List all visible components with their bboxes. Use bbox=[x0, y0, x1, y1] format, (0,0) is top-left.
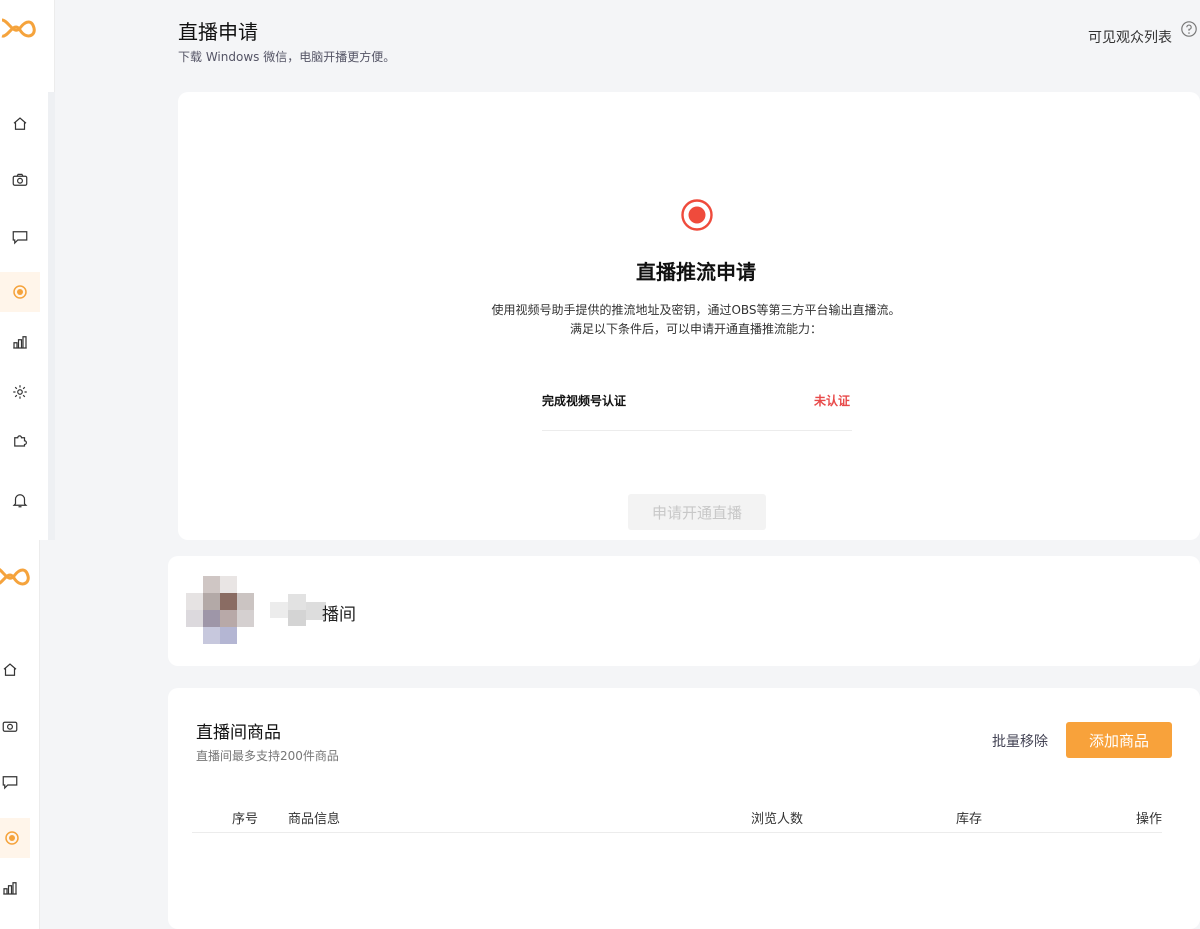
avatar bbox=[186, 576, 254, 644]
column-header-views: 浏览人数 bbox=[751, 812, 804, 827]
blurred-room-name bbox=[270, 594, 326, 626]
bell-icon bbox=[12, 494, 28, 508]
page-subtitle: 下载 Windows 微信，电脑开播更方便。 bbox=[178, 50, 396, 64]
live-icon bbox=[13, 285, 27, 299]
message-icon bbox=[12, 231, 28, 245]
page-title: 直播申请 bbox=[178, 20, 258, 44]
help-icon[interactable] bbox=[1180, 20, 1198, 38]
products-subtitle: 直播间最多支持200件商品 bbox=[196, 749, 339, 763]
camera-icon bbox=[12, 173, 28, 186]
apply-live-button[interactable]: 申请开通直播 bbox=[628, 494, 766, 530]
channels-logo-icon bbox=[1, 18, 36, 38]
push-stream-desc-2: 满足以下条件后，可以申请开通直播推流能力： bbox=[569, 322, 822, 336]
column-header-index: 序号 bbox=[232, 812, 259, 827]
push-stream-title: 直播推流申请 bbox=[636, 260, 756, 284]
add-product-button[interactable]: 添加商品 bbox=[1066, 722, 1172, 758]
products-title: 直播间商品 bbox=[196, 723, 281, 743]
visible-viewers-link[interactable]: 可见观众列表 bbox=[1088, 27, 1172, 47]
nav-home[interactable] bbox=[0, 650, 30, 690]
live-record-icon bbox=[681, 199, 713, 231]
sidebar-bottom bbox=[0, 540, 40, 929]
column-header-stock: 库存 bbox=[956, 812, 983, 827]
nav-data[interactable] bbox=[0, 868, 30, 908]
nav-content[interactable] bbox=[0, 160, 40, 200]
table-header-divider bbox=[192, 832, 1162, 833]
nav-messages[interactable] bbox=[0, 762, 30, 802]
column-header-actions: 操作 bbox=[1136, 812, 1163, 827]
home-icon bbox=[3, 663, 17, 676]
bar-chart-icon bbox=[3, 882, 17, 895]
batch-remove-button[interactable]: 批量移除 bbox=[992, 731, 1048, 751]
nav-plugins[interactable] bbox=[0, 420, 40, 460]
push-stream-desc-1: 使用视频号助手提供的推流地址及密钥，通过OBS等第三方平台输出直播流。 bbox=[491, 303, 901, 317]
channels-logo-icon bbox=[0, 568, 30, 586]
live-room-name: 播间 bbox=[322, 605, 356, 625]
live-icon bbox=[5, 831, 19, 845]
condition-label: 完成视频号认证 bbox=[542, 394, 627, 408]
nav-live[interactable] bbox=[0, 818, 30, 858]
home-icon bbox=[13, 117, 27, 130]
nav-content[interactable] bbox=[0, 706, 30, 746]
puzzle-icon bbox=[14, 435, 27, 447]
nav-notifications[interactable] bbox=[0, 480, 40, 520]
column-header-product-info: 商品信息 bbox=[288, 812, 341, 827]
condition-status: 未认证 bbox=[814, 394, 851, 408]
divider bbox=[542, 430, 852, 431]
nav-home[interactable] bbox=[0, 104, 40, 144]
gear-icon bbox=[13, 385, 27, 399]
nav-settings[interactable] bbox=[0, 372, 40, 412]
nav-messages[interactable] bbox=[0, 217, 40, 257]
camera-icon bbox=[2, 721, 18, 732]
message-icon bbox=[2, 776, 18, 790]
